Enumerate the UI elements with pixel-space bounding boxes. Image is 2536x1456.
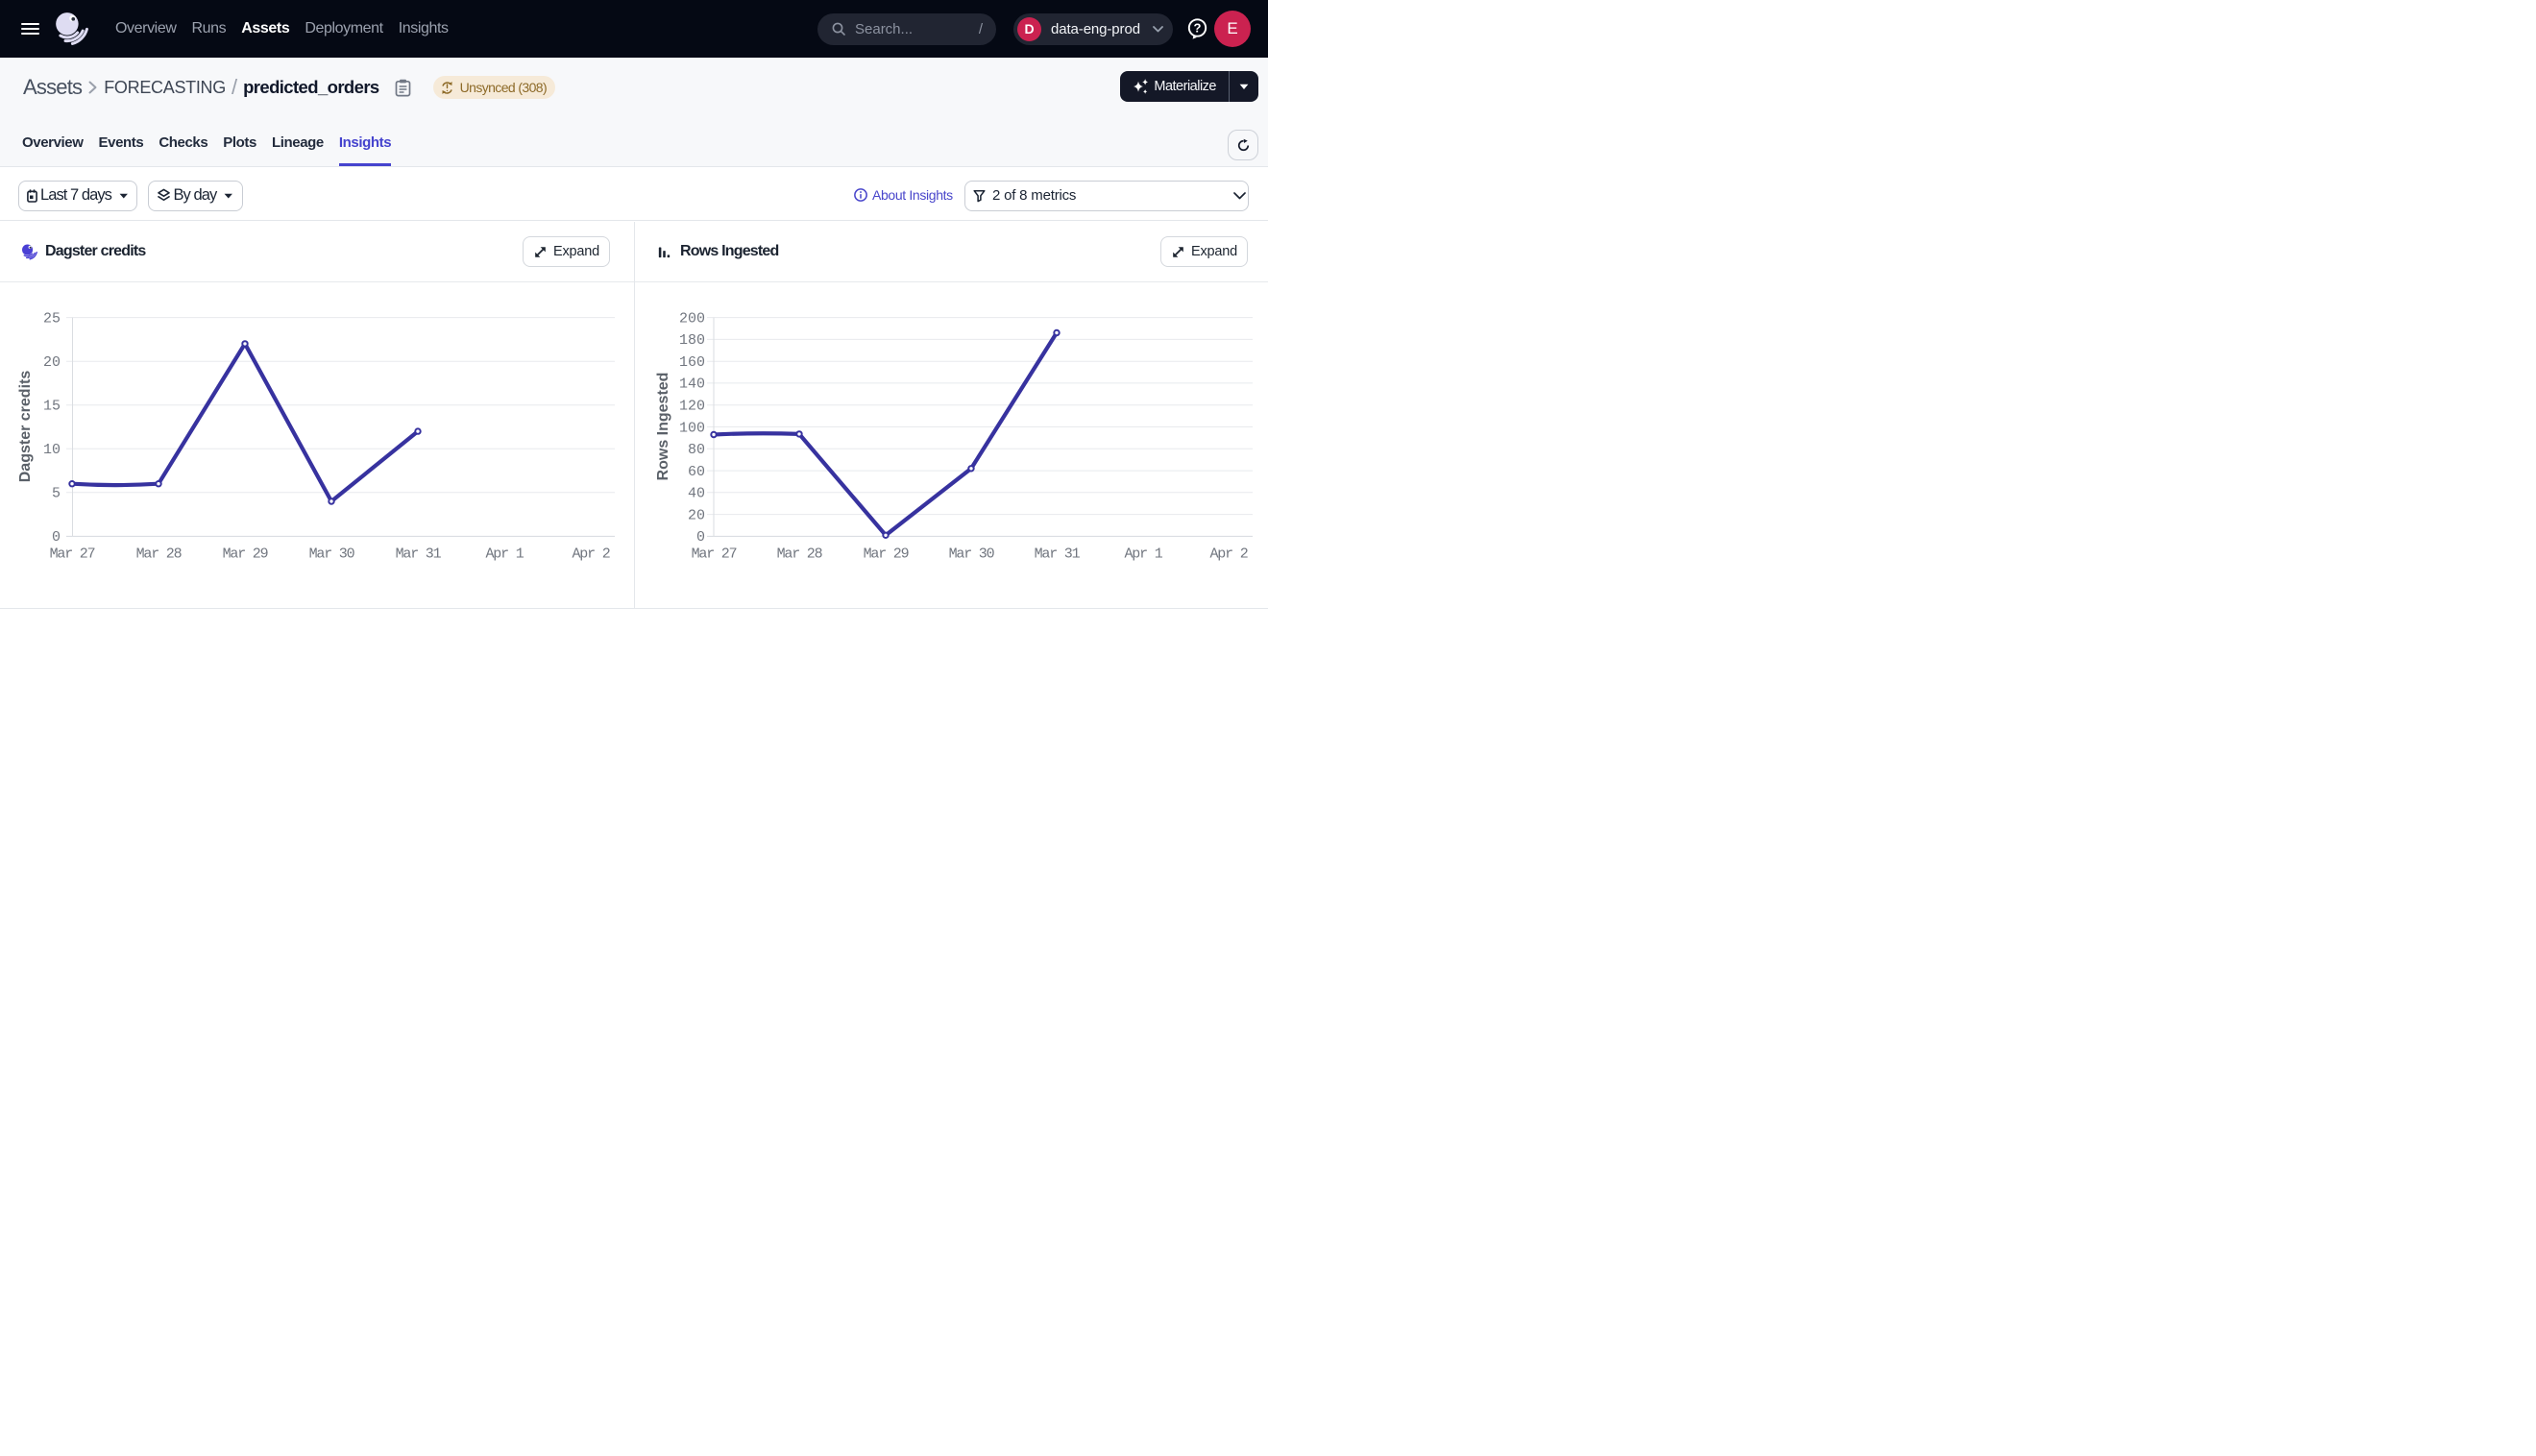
svg-text:0: 0 <box>52 529 61 546</box>
svg-text:0: 0 <box>696 529 705 546</box>
svg-text:200: 200 <box>679 310 705 327</box>
svg-text:40: 40 <box>688 486 705 502</box>
svg-text:Mar 30: Mar 30 <box>309 546 355 563</box>
svg-text:140: 140 <box>679 376 705 393</box>
svg-text:Apr 2: Apr 2 <box>572 546 609 563</box>
svg-text:Mar 28: Mar 28 <box>777 546 823 563</box>
svg-text:10: 10 <box>43 442 61 458</box>
svg-text:5: 5 <box>52 486 61 502</box>
svg-text:25: 25 <box>43 310 61 327</box>
svg-text:120: 120 <box>679 399 705 415</box>
svg-text:?: ? <box>1194 21 1202 36</box>
svg-text:60: 60 <box>688 464 705 480</box>
svg-text:Mar 27: Mar 27 <box>692 546 737 563</box>
svg-text:Apr 2: Apr 2 <box>1209 546 1247 563</box>
svg-text:Mar 31: Mar 31 <box>396 546 442 563</box>
svg-text:Apr 1: Apr 1 <box>1124 546 1162 563</box>
svg-text:Dagster credits: Dagster credits <box>17 371 34 483</box>
svg-text:Mar 29: Mar 29 <box>223 546 268 563</box>
svg-text:Mar 29: Mar 29 <box>864 546 909 563</box>
svg-text:Rows Ingested: Rows Ingested <box>655 373 671 481</box>
svg-text:Apr 1: Apr 1 <box>485 546 524 563</box>
svg-text:Mar 27: Mar 27 <box>50 546 95 563</box>
svg-text:80: 80 <box>688 442 705 458</box>
svg-text:15: 15 <box>43 399 61 415</box>
svg-text:160: 160 <box>679 354 705 371</box>
svg-text:Mar 31: Mar 31 <box>1035 546 1081 563</box>
svg-text:20: 20 <box>688 507 705 523</box>
svg-text:20: 20 <box>43 354 61 371</box>
svg-text:180: 180 <box>679 332 705 349</box>
svg-text:Mar 28: Mar 28 <box>136 546 183 563</box>
svg-text:100: 100 <box>679 420 705 436</box>
svg-text:Mar 30: Mar 30 <box>949 546 995 563</box>
